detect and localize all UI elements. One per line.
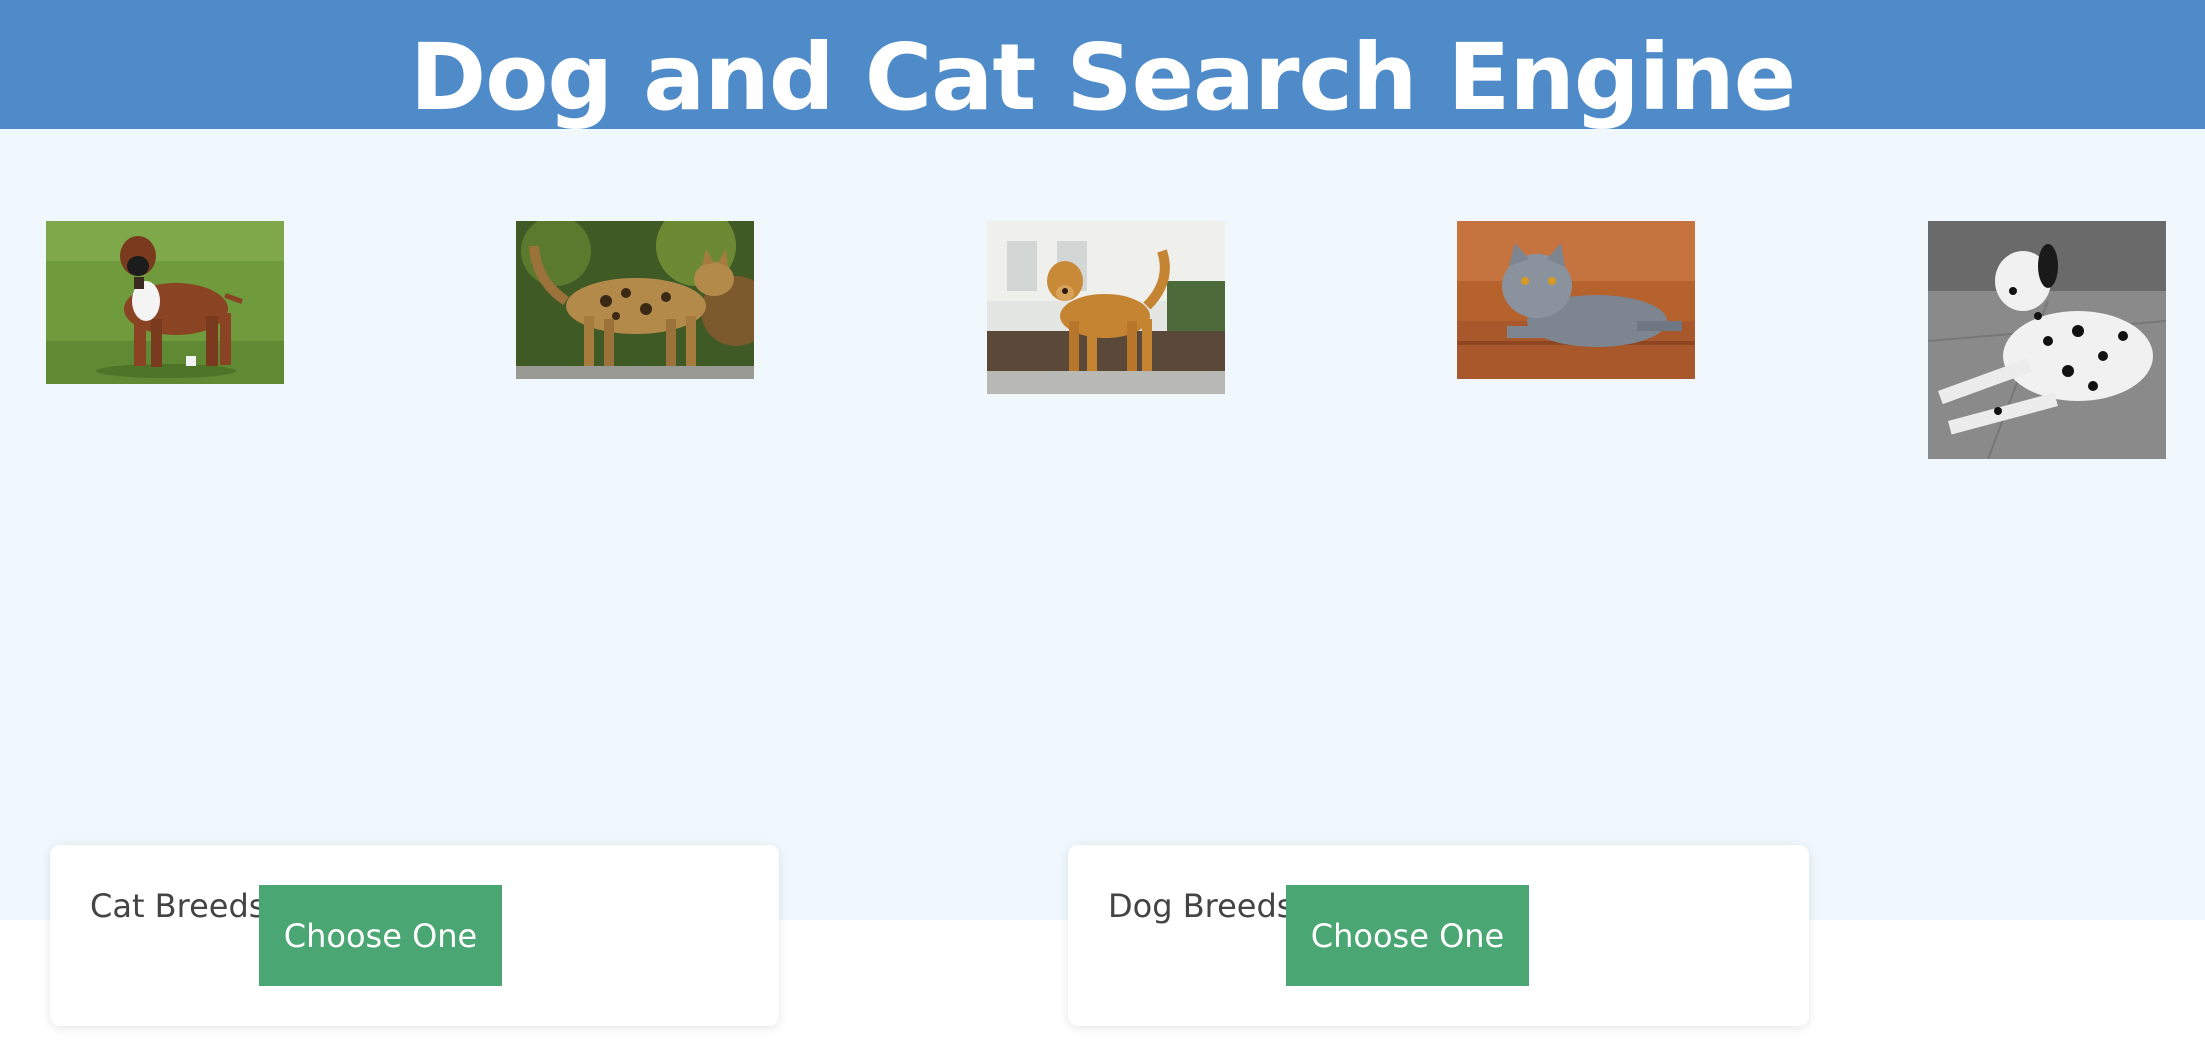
dalmatian-image [1928, 221, 2166, 459]
dog-breeds-label: Dog Breeds [1108, 887, 1294, 925]
page-header: Dog and Cat Search Engine [0, 0, 2205, 129]
dog-breeds-choose-button[interactable]: Choose One [1286, 885, 1529, 986]
cat-breeds-choose-button[interactable]: Choose One [259, 885, 502, 986]
golden-retriever-image [987, 221, 1225, 394]
cat-breeds-label: Cat Breeds [90, 887, 266, 925]
page-title: Dog and Cat Search Engine [409, 24, 1796, 129]
dog-breeds-panel: Dog Breeds Choose One [1068, 845, 1809, 1026]
bengal-cat-image [516, 221, 754, 379]
british-shorthair-image [1457, 221, 1695, 379]
boxer-dog-image [46, 221, 284, 384]
cat-breeds-panel: Cat Breeds Choose One [50, 845, 779, 1026]
